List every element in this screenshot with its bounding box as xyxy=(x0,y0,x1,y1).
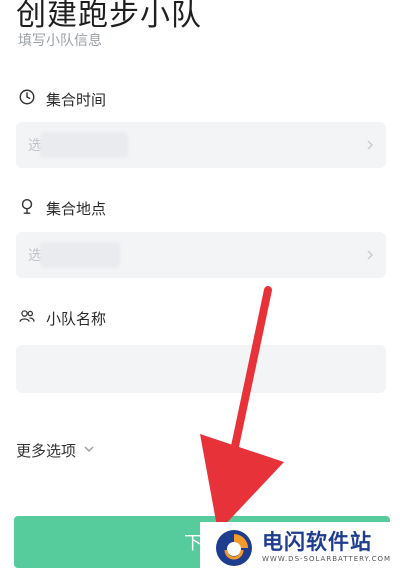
more-options-toggle[interactable]: 更多选项 xyxy=(16,440,96,461)
meet-time-label-row: 集合时间 xyxy=(18,88,106,110)
brand-logo-icon xyxy=(214,528,254,568)
meet-place-label: 集合地点 xyxy=(46,199,107,218)
page-subtitle: 填写小队信息 xyxy=(18,33,102,49)
chevron-right-icon xyxy=(364,246,376,260)
meet-place-picker[interactable]: 选 xyxy=(16,232,386,278)
meet-time-picker[interactable]: 选 xyxy=(16,122,386,168)
page-title: 创建跑步小队 xyxy=(16,0,202,33)
team-name-label-row: 小队名称 xyxy=(18,307,106,329)
group-icon xyxy=(18,307,36,329)
team-name-input[interactable] xyxy=(16,345,386,393)
watermark: 电闪软件站 WWW.DS-SOLARBATTERY.COM xyxy=(200,522,400,573)
more-options-label: 更多选项 xyxy=(16,442,77,460)
location-pin-icon xyxy=(18,197,36,219)
redacted-value xyxy=(40,132,128,158)
meet-place-label-row: 集合地点 xyxy=(18,197,106,219)
red-arrow-annotation xyxy=(200,286,284,532)
clock-icon xyxy=(18,88,36,110)
meet-time-label: 集合时间 xyxy=(46,90,107,109)
watermark-cn: 电闪软件站 xyxy=(262,530,372,554)
watermark-en: WWW.DS-SOLARBATTERY.COM xyxy=(262,555,392,563)
chevron-down-icon xyxy=(82,442,96,460)
redacted-value xyxy=(40,242,120,268)
chevron-right-icon xyxy=(364,136,376,150)
team-name-label: 小队名称 xyxy=(46,309,107,328)
